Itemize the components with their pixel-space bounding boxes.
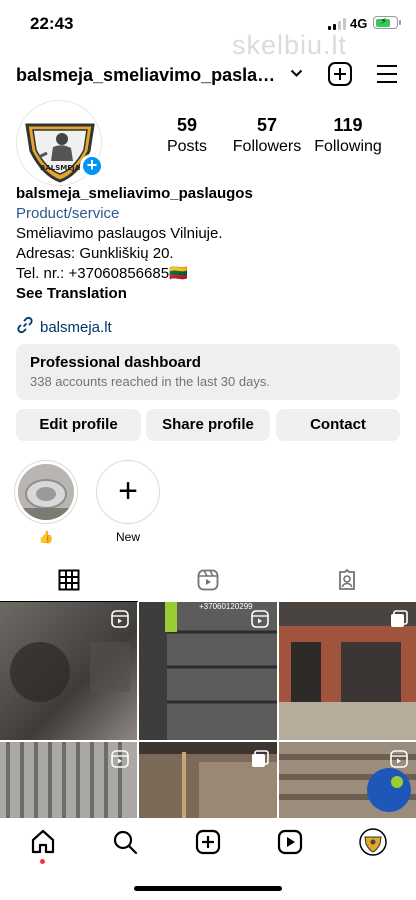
add-story-button[interactable]: + <box>80 154 104 178</box>
battery-icon <box>373 16 398 29</box>
grid-icon <box>58 569 80 596</box>
nav-create[interactable] <box>194 828 222 856</box>
home-icon <box>31 829 55 854</box>
avatar-brand-text: BALSMEJA <box>40 164 81 172</box>
reels-icon <box>197 569 219 596</box>
following-label: Following <box>314 138 382 155</box>
tab-tagged[interactable] <box>278 562 416 602</box>
nav-profile[interactable] <box>359 828 387 856</box>
battery-tip <box>399 20 401 25</box>
reel-badge-icon <box>111 750 129 768</box>
profile-avatar-icon <box>359 828 387 856</box>
website-link-text: balsmeja.lt <box>40 318 112 336</box>
dashboard-subtitle: 338 accounts reached in the last 30 days… <box>30 374 270 389</box>
followers-count: 57 <box>256 115 278 135</box>
bio-line: Adresas: Gunkliškių 20. <box>16 245 174 262</box>
new-highlight-label: New <box>115 530 140 544</box>
grid-post[interactable] <box>139 742 277 818</box>
menu-icon[interactable] <box>374 61 400 87</box>
network-label: 4G <box>350 16 368 31</box>
grid-post[interactable] <box>0 602 137 740</box>
posts-count: 59 <box>176 115 198 135</box>
nav-home[interactable] <box>29 828 57 856</box>
website-link[interactable]: balsmeja.lt <box>16 316 112 338</box>
create-icon[interactable] <box>327 61 353 87</box>
create-post-icon <box>195 829 221 855</box>
professional-dashboard[interactable]: Professional dashboard 338 accounts reac… <box>16 344 400 400</box>
carousel-badge-icon <box>390 610 408 628</box>
reel-badge-icon <box>111 610 129 628</box>
status-bar: 22:43 4G <box>0 0 416 48</box>
grid-overlay-text: +37060120299 <box>199 602 253 611</box>
signal-icon <box>328 18 346 30</box>
bio-line: Tel. nr.: +37060856685🇱🇹 <box>16 265 188 282</box>
reel-badge-icon <box>251 610 269 628</box>
see-translation-link[interactable]: See Translation <box>16 284 400 304</box>
search-icon <box>113 830 138 855</box>
edit-profile-button[interactable]: Edit profile <box>16 409 141 441</box>
chevron-down-icon[interactable] <box>290 66 303 81</box>
posts-label: Posts <box>166 138 207 155</box>
bio-section: balsmeja_smeliavimo_paslaugos Product/se… <box>16 184 400 304</box>
new-highlight[interactable]: + New <box>96 460 160 544</box>
notification-dot <box>40 859 45 864</box>
grid-post[interactable] <box>0 742 137 818</box>
plus-icon: + <box>96 460 160 524</box>
home-indicator[interactable] <box>134 886 282 891</box>
bottom-nav <box>0 818 416 868</box>
grid-post[interactable] <box>279 742 416 818</box>
stat-posts[interactable]: 59 Posts <box>162 115 212 156</box>
story-highlight[interactable]: 👍 <box>14 460 78 544</box>
reel-badge-icon <box>390 750 408 768</box>
reels-icon <box>277 829 303 855</box>
following-count: 119 <box>333 115 363 135</box>
tab-grid[interactable] <box>0 562 138 602</box>
followers-label: Followers <box>232 138 302 155</box>
nav-reels[interactable] <box>276 828 304 856</box>
watermark: skelbiu.lt <box>232 30 348 60</box>
contact-button[interactable]: Contact <box>276 409 400 441</box>
tagged-icon <box>336 568 358 596</box>
share-profile-button[interactable]: Share profile <box>146 409 270 441</box>
profile-header: balsmeja_smeliavimo_paslaugos <box>0 58 416 92</box>
posts-grid: +37060120299 <box>0 602 416 818</box>
bio-name: balsmeja_smeliavimo_paslaugos <box>16 185 253 202</box>
tab-reels[interactable] <box>139 562 277 602</box>
status-time: 22:43 <box>30 14 74 33</box>
profile-tabs <box>0 562 416 602</box>
bio-category: Product/service <box>16 205 120 222</box>
header-username[interactable]: balsmeja_smeliavimo_paslaugos <box>16 65 286 86</box>
highlight-ring <box>14 460 78 524</box>
stat-following[interactable]: 119 Following <box>311 115 385 156</box>
highlight-label: 👍 <box>38 530 54 544</box>
bio-line: Smėliavimo paslaugos Vilniuje. <box>16 225 223 242</box>
dashboard-title: Professional dashboard <box>30 354 201 371</box>
stat-followers[interactable]: 57 Followers <box>230 115 304 156</box>
highlight-thumbnail <box>18 464 74 520</box>
profile-avatar[interactable]: BALSMEJA + <box>16 100 104 186</box>
link-icon <box>16 316 34 338</box>
nav-search[interactable] <box>111 828 139 856</box>
grid-post[interactable]: +37060120299 <box>139 602 277 740</box>
carousel-badge-icon <box>251 750 269 768</box>
grid-post[interactable] <box>279 602 416 740</box>
